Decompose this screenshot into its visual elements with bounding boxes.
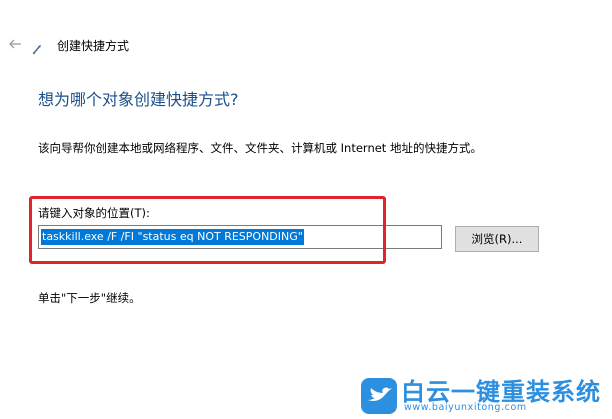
back-arrow-icon (9, 39, 21, 49)
watermark: 白云一键重装系统 www.baiyunxitong.com (357, 374, 612, 419)
highlight-annotation (29, 196, 386, 264)
top-bar (0, 0, 612, 34)
window-title: 创建快捷方式 (57, 39, 130, 53)
wizard-description: 该向导帮你创建本地或网络程序、文件、文件夹、计算机或 Internet 地址的快… (38, 141, 482, 155)
back-button[interactable] (7, 36, 23, 52)
watermark-url: www.baiyunxitong.com (404, 402, 527, 413)
wizard-icon (32, 40, 42, 55)
browse-button[interactable]: 浏览(R)... (455, 226, 539, 252)
next-step-hint: 单击"下一步"继续。 (38, 291, 141, 305)
page-heading: 想为哪个对象创建快捷方式? (38, 90, 239, 109)
bird-logo-icon (361, 378, 397, 414)
